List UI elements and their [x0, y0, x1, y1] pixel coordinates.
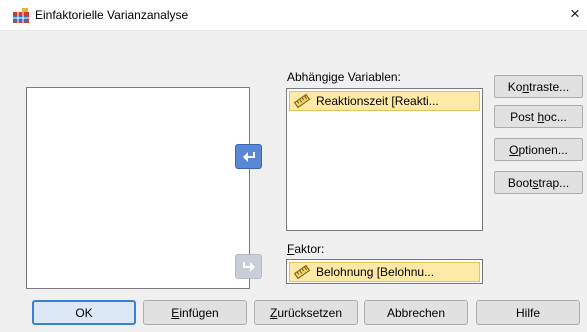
- help-button[interactable]: Hilfe: [476, 300, 580, 325]
- factor-field[interactable]: Belohnung [Belohnu...: [286, 259, 483, 284]
- cancel-button[interactable]: Abbrechen: [364, 300, 468, 325]
- dependent-variable-name: Reaktionszeit [Reakti...: [316, 94, 439, 108]
- dependent-variables-label: Abhängige Variablen:: [287, 70, 401, 84]
- list-item[interactable]: Belohnung [Belohnu...: [289, 262, 480, 282]
- bootstrap-button[interactable]: Boot s trap...: [494, 171, 583, 194]
- options-button[interactable]: Optionen...: [494, 138, 583, 161]
- list-item[interactable]: Reaktionszeit [Reakti...: [289, 91, 480, 111]
- arrow-right-icon: [242, 261, 255, 272]
- move-to-factor-button[interactable]: [235, 254, 262, 279]
- contrasts-button[interactable]: Ko n traste...: [494, 75, 583, 98]
- dependent-variables-list[interactable]: Reaktionszeit [Reakti...: [286, 88, 483, 231]
- factor-label: Faktor:: [287, 242, 325, 256]
- reset-button[interactable]: Zurücksetzen: [254, 300, 358, 325]
- title-bar: Einfaktorielle Varianzanalyse ×: [0, 0, 587, 31]
- ruler-scale-icon: [294, 94, 310, 108]
- post-hoc-button[interactable]: Post h oc...: [494, 105, 583, 128]
- paste-button[interactable]: Einfügen: [143, 300, 247, 325]
- arrow-left-icon: [242, 151, 255, 162]
- factor-variable-name: Belohnung [Belohnu...: [316, 265, 435, 279]
- window-title: Einfaktorielle Varianzanalyse: [35, 8, 189, 22]
- ruler-scale-icon: [294, 265, 310, 279]
- ok-button[interactable]: OK: [32, 300, 136, 325]
- spss-table-icon: [13, 8, 29, 23]
- dialog-body: Abhängige Variablen: Reaktionszeit [Reak…: [0, 31, 587, 332]
- move-to-dependent-button[interactable]: [235, 144, 262, 169]
- close-icon[interactable]: ×: [565, 3, 585, 25]
- source-variable-list[interactable]: [26, 87, 250, 289]
